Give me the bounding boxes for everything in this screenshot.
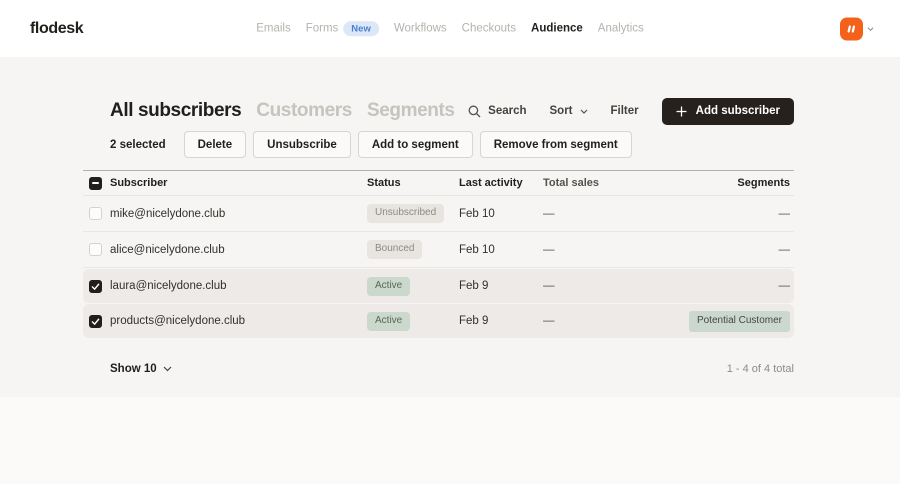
total-sales: — (543, 280, 555, 292)
table-footer: Show 10 1 - 4 of 4 total (83, 363, 794, 375)
filter-control[interactable]: Filter (611, 105, 639, 117)
audience-tabs: All subscribers Customers Segments (110, 100, 455, 122)
search-icon (468, 105, 481, 118)
chevron-down-icon (580, 109, 588, 114)
segments-cell: — (778, 280, 791, 292)
last-activity: Feb 9 (459, 280, 489, 292)
column-subscriber: Subscriber (110, 177, 168, 189)
column-last-activity: Last activity (459, 177, 523, 189)
segments-cell: — (778, 243, 791, 256)
column-status: Status (367, 177, 401, 189)
table-row[interactable]: alice@nicelydone.club Bounced Feb 10 — — (83, 232, 794, 268)
add-to-segment-button[interactable]: Add to segment (357, 131, 473, 158)
account-menu[interactable] (840, 17, 874, 40)
table-row[interactable]: mike@nicelydone.club Unsubscribed Feb 10… (83, 196, 794, 232)
last-activity: Feb 10 (459, 207, 495, 220)
flodesk-logo[interactable]: flodesk (30, 20, 84, 38)
nav-item-workflows[interactable]: Workflows (394, 23, 447, 35)
row-checkbox[interactable] (89, 279, 102, 293)
nav-item-analytics[interactable]: Analytics (598, 23, 644, 35)
select-all-checkbox[interactable] (89, 176, 102, 190)
table-row[interactable]: products@nicelydone.club Active Feb 9 — … (83, 304, 794, 338)
top-navigation-bar: flodesk Emails Forms New Workflows Check… (0, 0, 900, 57)
add-subscriber-label: Add subscriber (695, 105, 780, 117)
total-sales: — (543, 207, 555, 220)
last-activity: Feb 10 (459, 243, 495, 256)
segments-cell: — (778, 207, 791, 220)
last-activity: Feb 9 (459, 315, 489, 327)
subscriber-email: alice@nicelydone.club (110, 243, 225, 256)
row-checkbox[interactable] (89, 243, 102, 256)
sort-control[interactable]: Sort (550, 105, 588, 117)
sort-label: Sort (549, 105, 573, 117)
audience-panel: All subscribers Customers Segments Searc… (0, 57, 900, 397)
column-total-sales: Total sales (543, 177, 600, 189)
column-segments: Segments (737, 177, 790, 189)
unsubscribe-button[interactable]: Unsubscribe (253, 131, 351, 158)
delete-button[interactable]: Delete (183, 131, 247, 158)
nav-item-forms[interactable]: Forms (306, 23, 339, 35)
chevron-down-icon (867, 26, 874, 31)
row-checkbox[interactable] (89, 314, 102, 328)
nav-item-checkouts[interactable]: Checkouts (462, 23, 516, 35)
tab-all-subscribers[interactable]: All subscribers (110, 100, 242, 122)
chevron-down-icon (163, 366, 172, 372)
segment-badge: Potential Customer (688, 310, 790, 332)
table-header: Subscriber Status Last activity Total sa… (83, 170, 794, 196)
total-sales: — (543, 243, 555, 256)
nav-item-audience[interactable]: Audience (531, 23, 583, 35)
add-subscriber-button[interactable]: Add subscriber (661, 97, 794, 125)
status-badge: Active (367, 276, 411, 296)
subscriber-email: laura@nicelydone.club (110, 280, 227, 292)
plus-icon (676, 106, 687, 117)
status-badge: Bounced (367, 240, 423, 259)
bulk-action-row: 2 selected Delete Unsubscribe Add to seg… (83, 131, 794, 158)
subscriber-email: mike@nicelydone.club (110, 207, 226, 220)
total-sales: — (543, 315, 555, 327)
row-checkbox[interactable] (89, 207, 102, 220)
table-row[interactable]: laura@nicelydone.club Active Feb 9 — — (83, 269, 794, 303)
new-badge: New (343, 20, 379, 37)
status-badge: Unsubscribed (367, 204, 445, 223)
page-size-select[interactable]: Show 10 (110, 363, 172, 375)
tab-customers[interactable]: Customers (256, 100, 352, 122)
pagination-range: 1 - 4 of 4 total (726, 363, 794, 375)
list-toolbar: Search Sort Filter Add subscriber (468, 97, 794, 125)
flodesk-mark-icon (844, 21, 859, 36)
subscriber-email: products@nicelydone.club (110, 315, 246, 327)
filter-label: Filter (610, 105, 639, 117)
page-size-label: Show 10 (110, 363, 157, 375)
nav-item-emails[interactable]: Emails (256, 23, 291, 35)
search-label: Search (488, 105, 527, 117)
subscribers-table: Subscriber Status Last activity Total sa… (83, 170, 794, 338)
tab-segments[interactable]: Segments (367, 100, 455, 122)
subscribers-page: flodesk Emails Forms New Workflows Check… (0, 0, 900, 484)
remove-from-segment-button[interactable]: Remove from segment (479, 131, 632, 158)
status-badge: Active (367, 311, 411, 331)
search-control[interactable]: Search (468, 105, 527, 118)
selected-count: 2 selected (110, 138, 166, 151)
title-row: All subscribers Customers Segments Searc… (83, 97, 794, 125)
main-nav: Emails Forms New Workflows Checkouts Aud… (256, 20, 644, 37)
nav-item-forms-group[interactable]: Forms New (306, 20, 379, 37)
account-avatar[interactable] (840, 17, 863, 40)
